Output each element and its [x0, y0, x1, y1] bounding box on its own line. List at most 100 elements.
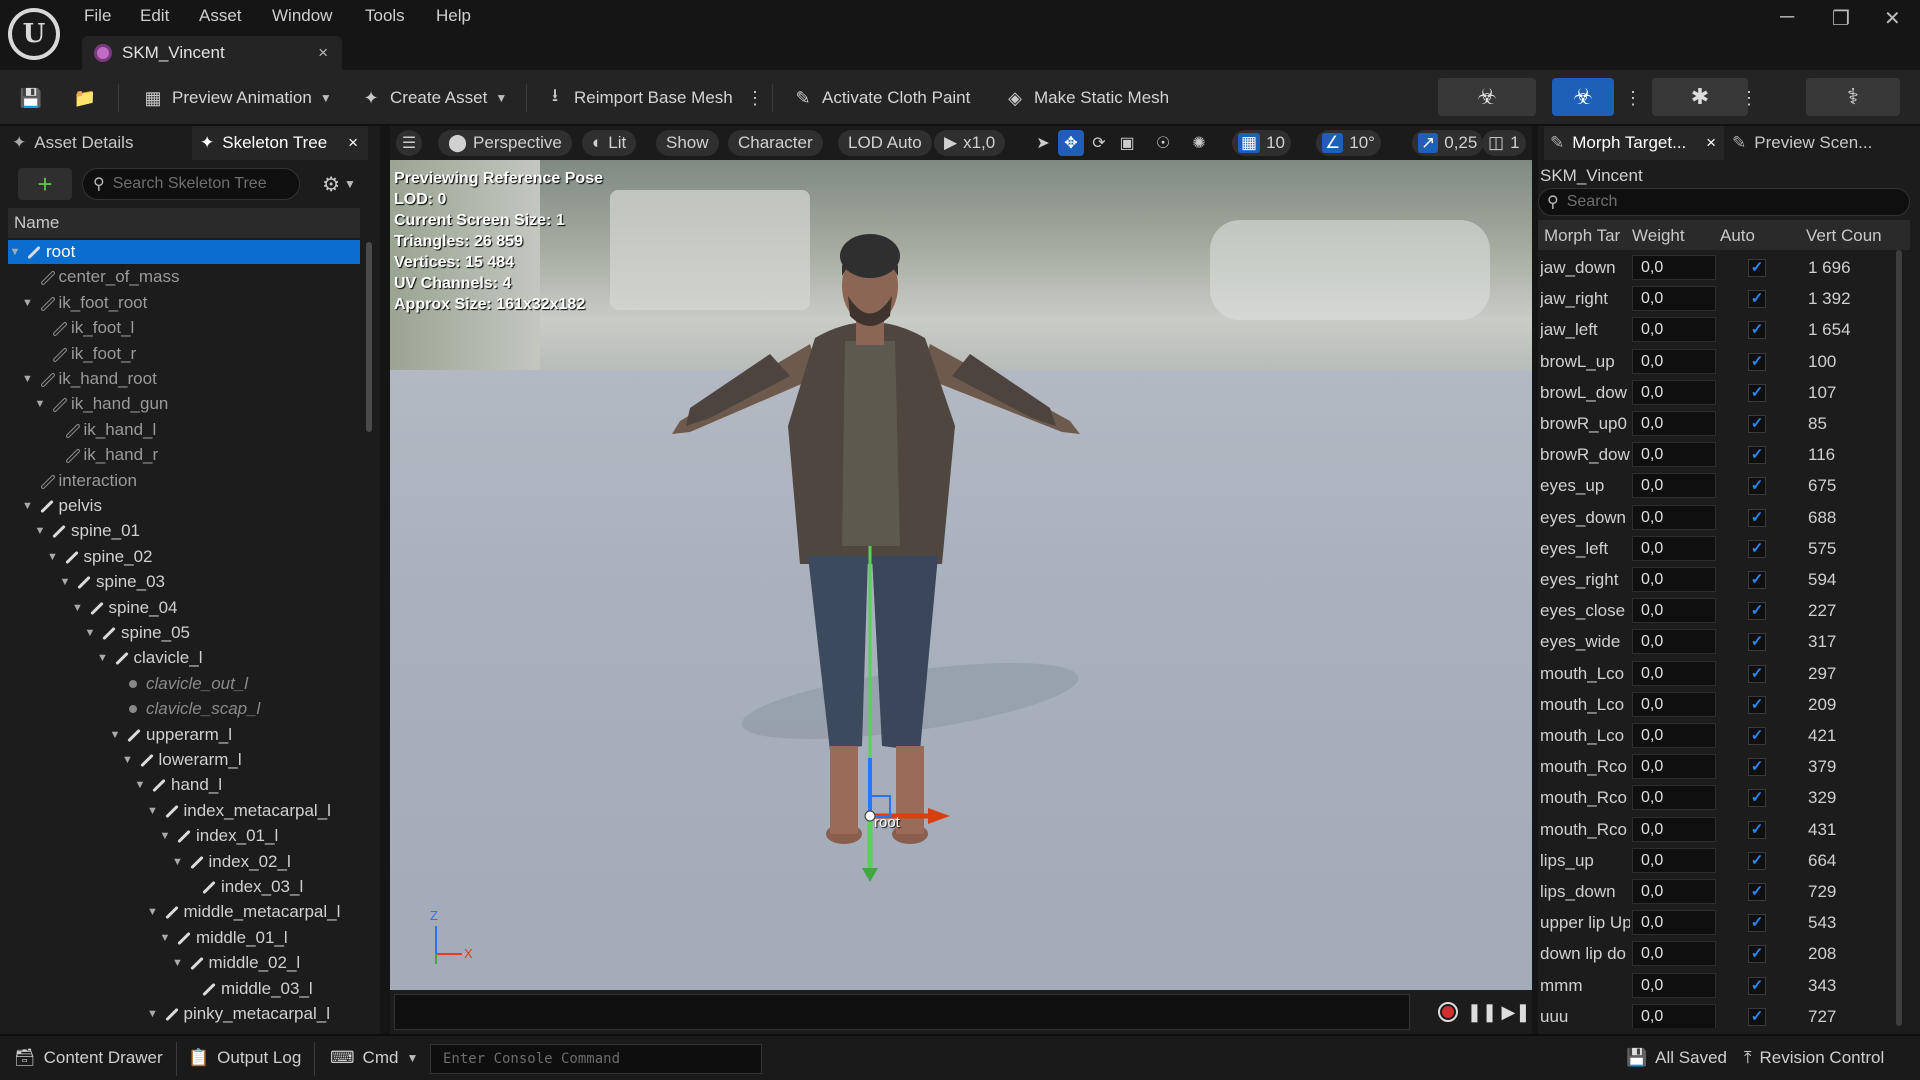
auto-checkbox[interactable]: ✓: [1748, 602, 1766, 621]
bone-row[interactable]: ▼ index_02_l: [8, 850, 360, 874]
close-tab-icon[interactable]: ×: [318, 43, 328, 63]
rotation-snap-button[interactable]: ∠ 10°: [1316, 130, 1381, 156]
expand-arrow-icon[interactable]: ▼: [33, 525, 47, 537]
auto-checkbox[interactable]: ✓: [1748, 945, 1766, 964]
timeline[interactable]: [394, 994, 1410, 1030]
morph-row[interactable]: mouth_Lco 0,0 ✓ 421: [1538, 720, 1910, 751]
bone-row[interactable]: ▼pinky_01_l: [8, 1027, 360, 1030]
auto-checkbox[interactable]: ✓: [1748, 633, 1766, 652]
bone-row[interactable]: ▼ upperarm_l: [8, 723, 360, 747]
weight-input[interactable]: 0,0: [1632, 910, 1716, 936]
translate-mode-button[interactable]: ✥: [1058, 130, 1084, 156]
weight-input[interactable]: 0,0: [1632, 317, 1716, 343]
viewport[interactable]: root ☰ ⬤ Perspective ◐ Lit Show Character …: [390, 126, 1532, 990]
auto-checkbox[interactable]: ✓: [1748, 446, 1766, 465]
expand-arrow-icon[interactable]: ▼: [83, 627, 97, 639]
bone-row[interactable]: clavicle_scap_l: [8, 697, 360, 721]
bone-row[interactable]: ▼ pelvis: [8, 494, 360, 518]
morph-scrollbar[interactable]: [1896, 250, 1902, 1026]
bone-row[interactable]: ▼ root: [8, 240, 360, 264]
auto-checkbox[interactable]: ✓: [1748, 695, 1766, 714]
weight-input[interactable]: 0,0: [1632, 785, 1716, 811]
auto-checkbox[interactable]: ✓: [1748, 851, 1766, 870]
unreal-logo-icon[interactable]: U: [8, 8, 60, 60]
weight-input[interactable]: 0,0: [1632, 473, 1716, 499]
bone-row[interactable]: middle_03_l: [8, 977, 360, 1001]
morph-row[interactable]: mouth_Rco 0,0 ✓ 329: [1538, 782, 1910, 813]
activate-cloth-paint-button[interactable]: ✎ Activate Cloth Paint: [792, 84, 970, 112]
select-mode-button[interactable]: ➤: [1030, 130, 1056, 156]
auto-checkbox[interactable]: ✓: [1748, 415, 1766, 433]
bone-row[interactable]: ▼ spine_02: [8, 545, 360, 569]
animation-mode-options-icon[interactable]: ⋮: [1738, 87, 1760, 109]
record-button[interactable]: [1434, 998, 1462, 1026]
animation-mode-button[interactable]: ✱: [1652, 78, 1748, 116]
weight-input[interactable]: 0,0: [1632, 504, 1716, 530]
bone-row[interactable]: interaction: [8, 469, 360, 493]
morph-row[interactable]: jaw_right 0,0 ✓ 1 392: [1538, 283, 1910, 314]
weight-input[interactable]: 0,0: [1632, 754, 1716, 780]
col-morph-target[interactable]: Morph Tar: [1544, 226, 1620, 246]
bone-row[interactable]: ▼ spine_01: [8, 519, 360, 543]
expand-arrow-icon[interactable]: ▼: [21, 297, 35, 309]
minimize-button[interactable]: ─: [1780, 6, 1794, 29]
tree-scrollbar[interactable]: [366, 242, 372, 432]
auto-checkbox[interactable]: ✓: [1748, 321, 1766, 340]
close-tab-icon[interactable]: ×: [348, 133, 358, 153]
auto-checkbox[interactable]: ✓: [1748, 883, 1766, 901]
weight-input[interactable]: 0,0: [1632, 567, 1716, 592]
col-auto[interactable]: Auto: [1720, 226, 1755, 246]
expand-arrow-icon[interactable]: ▼: [108, 729, 122, 741]
bone-row[interactable]: index_03_l: [8, 875, 360, 899]
menu-window[interactable]: Window: [272, 6, 332, 26]
bone-row[interactable]: ▼ pinky_metacarpal_l: [8, 1002, 360, 1026]
bone-row[interactable]: ▼ middle_01_l: [8, 926, 360, 950]
weight-input[interactable]: 0,0: [1632, 255, 1716, 280]
weight-input[interactable]: 0,0: [1632, 879, 1716, 904]
auto-checkbox[interactable]: ✓: [1748, 571, 1766, 589]
bone-row[interactable]: ▼ index_01_l: [8, 824, 360, 848]
bone-row[interactable]: ▼ hand_l: [8, 773, 360, 797]
morph-row[interactable]: jaw_left 0,0 ✓ 1 654: [1538, 314, 1910, 345]
weight-input[interactable]: 0,0: [1632, 598, 1716, 624]
scale-mode-button[interactable]: ▣: [1114, 130, 1140, 156]
expand-arrow-icon[interactable]: ▼: [158, 830, 172, 842]
expand-arrow-icon[interactable]: ▼: [46, 551, 60, 563]
pause-button[interactable]: ❚❚: [1467, 998, 1497, 1026]
auto-checkbox[interactable]: ✓: [1748, 259, 1766, 277]
auto-checkbox[interactable]: ✓: [1748, 727, 1766, 745]
expand-arrow-icon[interactable]: ▼: [33, 398, 47, 410]
menu-tools[interactable]: Tools: [365, 6, 405, 26]
expand-arrow-icon[interactable]: ▼: [158, 932, 172, 944]
add-bone-button[interactable]: +: [18, 168, 72, 200]
document-tab[interactable]: SKM_Vincent ×: [82, 36, 342, 70]
weight-input[interactable]: 0,0: [1632, 847, 1716, 873]
content-drawer-button[interactable]: 🗃 Content Drawer: [14, 1048, 163, 1068]
revision-control-button[interactable]: ⤒ Revision Control: [1744, 1048, 1884, 1068]
expand-arrow-icon[interactable]: ▼: [71, 602, 85, 614]
morph-row[interactable]: browR_dow 0,0 ✓ 116: [1538, 439, 1910, 470]
bone-row[interactable]: clavicle_out_l: [8, 672, 360, 696]
character-button[interactable]: Character: [728, 130, 823, 156]
morph-row[interactable]: browL_up 0,0 ✓ 100: [1538, 346, 1910, 377]
expand-arrow-icon[interactable]: ▼: [121, 754, 135, 766]
tab-preview-scene[interactable]: ✎ Preview Scen...: [1732, 126, 1912, 160]
lit-button[interactable]: ◐ Lit: [582, 130, 637, 156]
viewport-menu-button[interactable]: ☰: [396, 130, 422, 156]
morph-row[interactable]: mouth_Lco 0,0 ✓ 297: [1538, 658, 1910, 689]
morph-row[interactable]: jaw_down 0,0 ✓ 1 696: [1538, 252, 1910, 283]
bone-row[interactable]: ▼ index_metacarpal_l: [8, 799, 360, 823]
close-window-button[interactable]: ✕: [1884, 6, 1901, 31]
bone-row[interactable]: ▼ spine_05: [8, 621, 360, 645]
morph-row[interactable]: eyes_down 0,0 ✓ 688: [1538, 502, 1910, 533]
settings-button[interactable]: ⚙ ▼: [314, 168, 364, 200]
bone-row[interactable]: ik_foot_r: [8, 342, 360, 366]
weight-input[interactable]: 0,0: [1632, 535, 1716, 561]
close-tab-icon[interactable]: ×: [1706, 133, 1716, 153]
weight-input[interactable]: 0,0: [1632, 286, 1716, 312]
expand-arrow-icon[interactable]: ▼: [21, 500, 35, 512]
expand-arrow-icon[interactable]: ▼: [58, 576, 72, 588]
auto-checkbox[interactable]: ✓: [1748, 1007, 1766, 1026]
lod-button[interactable]: LOD Auto: [838, 130, 932, 156]
expand-arrow-icon[interactable]: ▼: [171, 957, 185, 969]
